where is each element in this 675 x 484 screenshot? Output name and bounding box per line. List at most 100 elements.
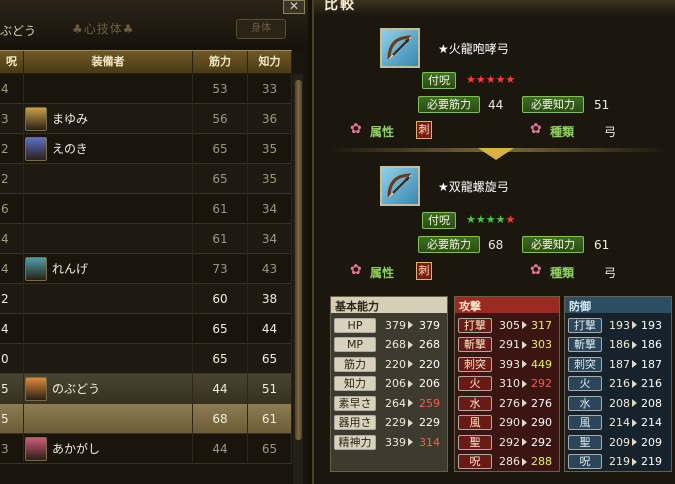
flower-icon: ✿ [350,262,362,278]
table-row[interactable]: 4 53 33 [0,73,292,104]
kind-value: 弓 [604,125,617,139]
equipper-cell: れんげ [24,253,193,284]
strength-cell: 61 [193,193,248,224]
stat-name: 風 [458,415,492,430]
table-row[interactable]: 4 65 44 [0,313,292,344]
stat-current-value: 290 [499,416,520,429]
table-row[interactable]: 2 65 35 [0,163,292,194]
comparison-title: 比較 [324,0,356,13]
strength-cell: 44 [193,433,248,464]
stat-new-value: 206 [419,377,440,390]
curse-cell: 3 [0,433,24,464]
table-row[interactable]: 4 61 34 [0,223,292,254]
intellect-cell: 38 [248,283,292,314]
required-intellect-label: 必要知力 [522,96,584,113]
curse-cell: 6 [0,193,24,224]
table-row[interactable]: 2 えのき 65 35 [0,133,292,164]
stat-new-value: 292 [531,377,552,390]
stat-current-value: 339 [385,435,406,449]
equipper-cell [24,343,193,374]
curse-cell: 5 [0,403,24,434]
arrow-down-icon [478,148,514,160]
defense-stats-title: 防御 [569,300,591,313]
table-row[interactable]: 3 あかがし 44 65 [0,433,292,464]
stat-current-value: 276 [499,396,520,410]
stat-current-value: 292 [499,435,520,449]
strength-cell: 73 [193,253,248,284]
table-row[interactable]: 2 60 38 [0,283,292,314]
strength-cell: 65 [193,133,248,164]
equipper-cell [24,223,193,254]
stat-name: 刺突 [458,356,492,372]
intellect-cell: 51 [248,373,292,404]
curse-cell: 4 [0,253,24,284]
stat-name: 呪 [458,454,492,469]
scrollbar-thumb[interactable] [295,80,302,440]
stat-new-value: 214 [641,416,662,429]
stat-new-value: 208 [641,396,662,410]
stat-current-value: 193 [609,318,630,332]
stat-current-value: 286 [499,455,520,468]
stat-row: 打撃 193 193 [568,317,662,333]
table-row[interactable]: 6 61 34 [0,193,292,224]
stat-name: 斬撃 [458,337,492,352]
stat-new-value: 219 [641,455,662,468]
arrow-right-icon [408,321,413,329]
stat-new-value: 186 [641,338,662,351]
arrow-right-icon [522,399,527,407]
column-header-intellect[interactable]: 知力 [248,51,292,75]
table-row[interactable]: 5 のぶどう 44 51 [0,373,292,404]
table-row[interactable]: 3 まゆみ 56 36 [0,103,292,134]
weapon-name: ★双龍螺旋弓 [438,180,509,194]
intellect-cell: 36 [248,103,292,134]
intellect-cell: 35 [248,163,292,194]
stat-name: 聖 [458,434,492,450]
equipper-cell [24,163,193,194]
stat-new-value: 216 [641,377,662,390]
arrow-right-icon [522,340,527,349]
table-row[interactable]: 5 68 61 [0,403,292,434]
curse-cell: 4 [0,313,24,344]
table-row[interactable]: 0 65 65 [0,343,292,374]
stat-row: 聖 292 292 [458,434,552,450]
flower-icon: ✿ [530,121,542,137]
strength-cell: 68 [193,403,248,434]
curse-cell: 0 [0,343,24,374]
stat-new-value: 187 [641,357,662,371]
stat-row: 刺突 187 187 [568,356,662,372]
curse-cell: 2 [0,133,24,164]
column-header-strength[interactable]: 筋力 [193,51,248,75]
arrow-right-icon [522,418,527,427]
stat-row: 打撃 305 317 [458,317,552,333]
strength-cell: 53 [193,73,248,104]
column-header-equipper[interactable]: 装備者 [24,51,193,75]
stat-name: 聖 [568,434,602,450]
stat-row: 知力 206 206 [334,376,440,392]
avatar [25,376,47,401]
stat-row: 聖 209 209 [568,434,662,450]
defense-stats-box: 防御 打撃 193 193 斬撃 186 186 刺突 187 187 火 216 216 水 208 20… [564,296,672,472]
stat-row: 水 208 208 [568,395,662,411]
arrow-right-icon [632,340,637,349]
arrow-right-icon [632,438,637,446]
stat-current-value: 220 [385,357,406,371]
body-tab-button[interactable]: 身体 [236,19,286,39]
stat-name: 火 [568,376,602,391]
stat-row: 水 276 276 [458,395,552,411]
equipper-name: れんげ [52,261,89,276]
stat-name: 火 [458,376,492,391]
comparison-header-bar [314,0,675,16]
avatar [25,256,47,281]
stat-new-value: 317 [531,318,552,332]
stat-new-value: 303 [531,338,552,351]
stat-current-value: 186 [609,338,630,351]
curse-cell: 2 [0,163,24,194]
arrow-right-icon [408,379,413,388]
column-header-curse[interactable]: 呪 [0,51,24,75]
intellect-cell: 35 [248,133,292,164]
arrow-right-icon [632,379,637,388]
enchant-stars: ★★★★★ [466,73,516,86]
table-row[interactable]: 4 れんげ 73 43 [0,253,292,284]
close-button[interactable]: ✕ [283,0,305,14]
equipper-cell: のぶどう [24,373,193,404]
